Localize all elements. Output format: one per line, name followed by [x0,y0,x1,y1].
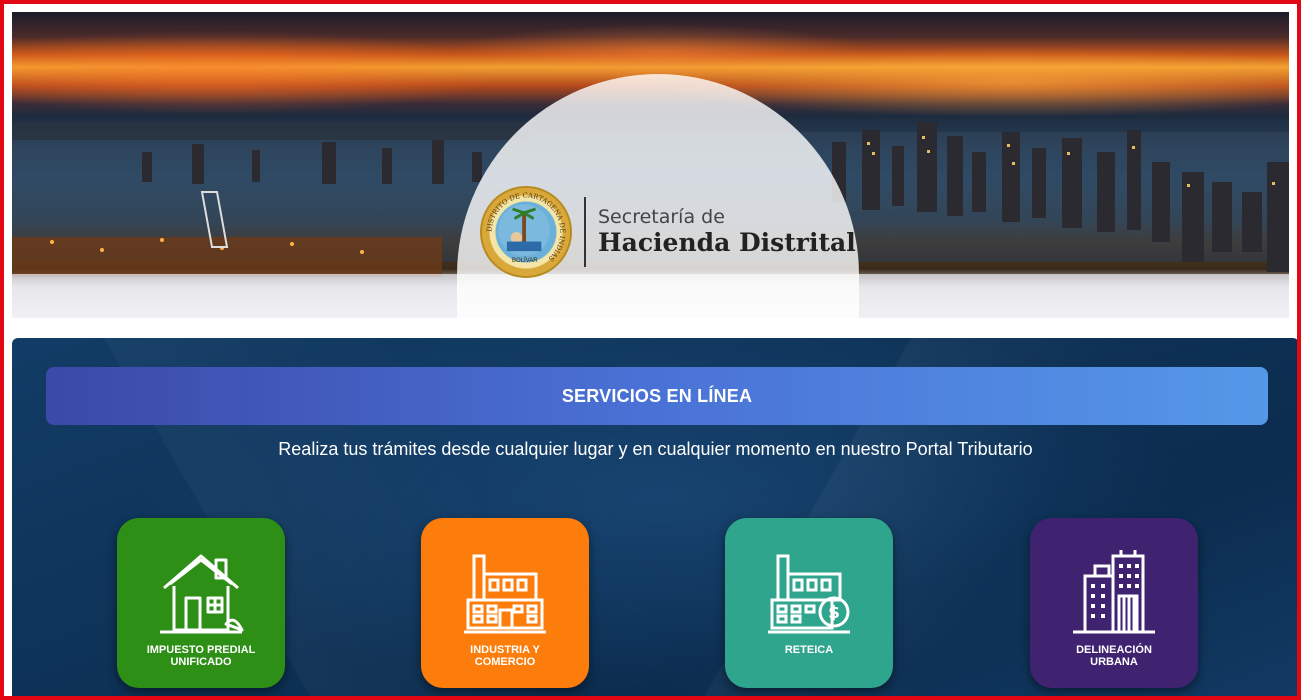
house-icon [160,554,244,634]
tile-label-line1: IMPUESTO PREDIAL [146,644,256,656]
logo-text: Secretaría de Hacienda Distrital [598,206,856,258]
tile-label-line1: INDUSTRIA Y [470,644,540,656]
logo-line1: Secretaría de [598,206,725,228]
factory-dollar-icon: $ [768,554,850,634]
tile-label: RETEICA [785,644,833,656]
tile-label: DELINEACIÓN URBANA [1076,644,1152,668]
tile-label: IMPUESTO PREDIAL UNIFICADO [147,644,256,668]
tile-label: INDUSTRIA Y COMERCIO [470,644,540,668]
logo-divider [584,197,586,267]
logo-line2: Hacienda Distrital [598,228,856,257]
cartagena-seal-icon: DISTRITO DE CARTAGENA DE INDIAS BOLÍVAR [480,186,572,278]
hacienda-logo[interactable]: DISTRITO DE CARTAGENA DE INDIAS BOLÍVAR … [480,182,856,282]
header-banner: DISTRITO DE CARTAGENA DE INDIAS BOLÍVAR … [12,12,1289,318]
seal-inner-text: BOLÍVAR [512,258,538,264]
services-heading: SERVICIOS EN LÍNEA [46,367,1268,425]
impuesto-predial-tile[interactable]: IMPUESTO PREDIAL UNIFICADO [117,518,285,688]
tile-label-line2: URBANA [1090,656,1138,668]
factory-icon [464,554,546,634]
buildings-icon [1073,550,1155,634]
tile-label-line2: UNIFICADO [170,656,232,668]
services-subtitle: Realiza tus trámites desde cualquier lug… [278,439,1033,459]
delineacion-urbana-tile[interactable]: DELINEACIÓN URBANA [1030,518,1198,688]
services-panel: SERVICIOS EN LÍNEA Realiza tus trámites … [12,338,1299,700]
industria-comercio-tile[interactable]: INDUSTRIA Y COMERCIO [421,518,589,688]
reteica-tile[interactable]: $ RETEICA [725,518,893,688]
tile-label-line2: COMERCIO [474,656,536,668]
tile-label-line1: DELINEACIÓN [1076,644,1152,656]
svg-text:$: $ [828,603,840,623]
tile-label-line1: RETEICA [784,644,834,656]
